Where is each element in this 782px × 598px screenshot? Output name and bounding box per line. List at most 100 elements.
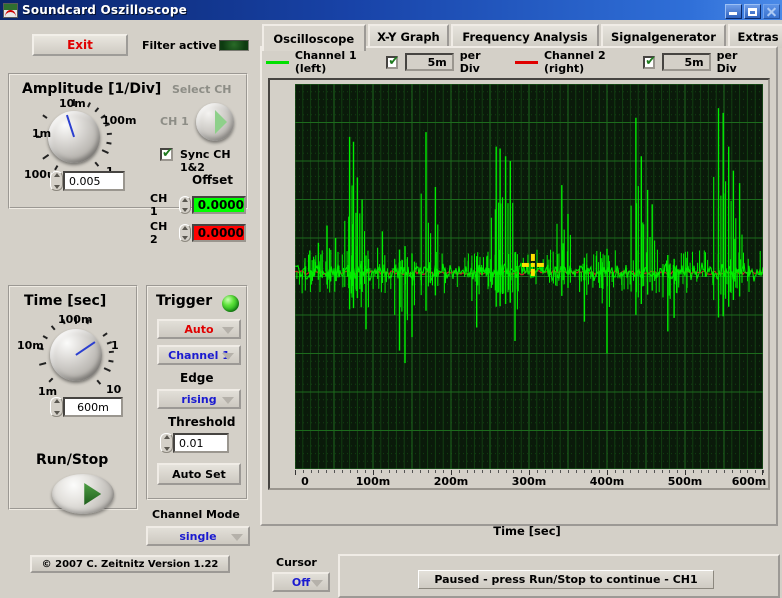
minimize-icon[interactable]: [725, 3, 742, 19]
x-axis-tick-label: 100m: [355, 475, 391, 488]
tab-x-y-graph[interactable]: X-Y Graph: [367, 24, 450, 48]
sync-ch-label: Sync CH 1&2: [180, 148, 231, 174]
amplitude-knob[interactable]: [48, 111, 100, 163]
chevron-down-icon: [311, 580, 323, 587]
x-axis-minor-tick: [427, 470, 429, 473]
dial-tick: [102, 332, 108, 337]
tab-label: Oscilloscope: [273, 31, 355, 46]
offset-ch1-stepper[interactable]: [179, 196, 191, 214]
x-axis-minor-tick: [677, 470, 679, 473]
filter-active-led: [219, 40, 249, 51]
amplitude-dial-label-1m: 1m: [32, 127, 52, 140]
run-stop-title: Run/Stop: [36, 452, 109, 468]
x-axis-minor-tick: [341, 470, 343, 473]
dial-tick: [87, 102, 91, 108]
x-axis-minor-tick: [482, 470, 484, 473]
x-axis-minor-tick: [661, 470, 663, 473]
threshold-stepper[interactable]: 0.01: [160, 433, 229, 453]
time-value-field[interactable]: 600m: [63, 397, 123, 417]
play-icon: [84, 483, 102, 505]
time-dial-label-10: 10: [106, 383, 122, 396]
x-axis-minor-tick: [716, 470, 718, 473]
channel-1-per-div-value[interactable]: 5m: [405, 53, 454, 71]
time-value-stepper[interactable]: 600m: [50, 397, 123, 417]
amplitude-value-stepper[interactable]: 0.005: [50, 171, 125, 191]
x-axis-title: Time [sec]: [493, 524, 561, 538]
trigger-source-value: Channel 1: [168, 348, 230, 362]
x-axis-tick-label: 400m: [589, 475, 625, 488]
dial-tick: [106, 141, 112, 145]
amplitude-spin-buttons[interactable]: [50, 171, 63, 191]
x-axis-minor-tick: [380, 470, 382, 473]
x-axis-minor-tick: [466, 470, 468, 473]
channel-2-per-div-value[interactable]: 5m: [662, 53, 711, 71]
offset-ch2-stepper[interactable]: [179, 224, 191, 242]
x-axis-minor-tick: [443, 470, 445, 473]
offset-ch2-value[interactable]: 0.0000: [191, 224, 246, 242]
time-spin-buttons[interactable]: [50, 397, 63, 417]
tab-label: X-Y Graph: [377, 30, 440, 44]
threshold-spin-buttons[interactable]: [160, 433, 173, 453]
x-axis-minor-tick: [458, 470, 460, 473]
x-axis-minor-tick: [412, 470, 413, 473]
channel-1-checkbox[interactable]: [386, 54, 399, 69]
x-axis-tick-label: 300m: [511, 475, 547, 488]
x-axis-minor-tick: [747, 470, 749, 473]
amplitude-value-field[interactable]: 0.005: [63, 171, 125, 191]
window-title-bar[interactable]: Soundcard Oszilloscope: [0, 0, 782, 20]
x-axis-minor-tick: [536, 470, 538, 473]
select-ch-knob[interactable]: [196, 103, 234, 141]
channel-2-checkbox[interactable]: [643, 54, 656, 69]
exit-button[interactable]: Exit: [32, 34, 128, 56]
offset-ch1-value[interactable]: 0.0000: [191, 196, 246, 214]
cursor-value: Off: [291, 575, 311, 589]
tab-bar: Oscilloscope X-Y Graph Frequency Analysis S…: [260, 24, 782, 51]
maximize-icon[interactable]: [744, 3, 761, 19]
chevron-down-icon: [222, 353, 234, 360]
tab-extras[interactable]: Extras: [728, 24, 782, 48]
x-axis-minor-tick: [505, 470, 507, 473]
x-axis-minor-tick: [575, 470, 577, 473]
trigger-source-select[interactable]: Channel 1: [157, 345, 241, 365]
channel-2-color-swatch: [515, 60, 538, 64]
oscilloscope-plot[interactable]: [295, 84, 763, 469]
time-knob[interactable]: [50, 329, 102, 381]
status-bar-well: Paused - press Run/Stop to continue - CH…: [338, 554, 780, 598]
trigger-edge-select[interactable]: rising: [157, 389, 241, 409]
x-axis-minor-tick: [396, 470, 398, 473]
dial-tick: [42, 114, 48, 119]
channel-1-color-swatch: [266, 60, 289, 64]
x-axis-minor-tick: [497, 470, 499, 473]
x-axis-minor-tick: [334, 470, 335, 473]
select-ch-label: CH 1: [160, 115, 189, 128]
sync-ch-checkbox[interactable]: [160, 146, 173, 161]
tab-signalgenerator[interactable]: Signalgenerator: [600, 24, 727, 48]
x-axis-minor-tick: [763, 470, 764, 473]
dial-tick: [39, 362, 47, 366]
auto-set-button[interactable]: Auto Set: [157, 463, 241, 485]
x-axis-minor-tick: [599, 470, 601, 473]
tab-oscilloscope[interactable]: Oscilloscope: [262, 24, 366, 51]
x-axis-minor-tick: [669, 470, 671, 473]
tab-label: Signalgenerator: [611, 30, 716, 44]
cursor-select[interactable]: Off: [272, 572, 330, 592]
threshold-value-field[interactable]: 0.01: [173, 433, 229, 453]
tab-frequency-analysis[interactable]: Frequency Analysis: [451, 24, 599, 48]
x-axis-minor-tick: [357, 470, 359, 473]
x-axis-minor-tick: [318, 470, 320, 473]
tab-label: Frequency Analysis: [462, 30, 588, 44]
amplitude-title: Amplitude [1/Div]: [22, 81, 162, 97]
x-axis-minor-tick: [614, 470, 616, 473]
amplitude-knob-needle: [65, 114, 75, 138]
x-axis-minor-tick: [490, 470, 491, 473]
x-axis-tick-label: 200m: [433, 475, 469, 488]
close-icon[interactable]: [763, 3, 780, 19]
run-stop-button[interactable]: [52, 474, 114, 514]
cursor-label: Cursor: [276, 556, 317, 569]
trigger-mode-select[interactable]: Auto: [157, 319, 241, 339]
time-dial-label-100m: 100m: [58, 313, 93, 326]
x-axis-minor-tick: [302, 470, 304, 473]
channel-mode-select[interactable]: single: [146, 526, 250, 546]
x-axis-minor-tick: [630, 470, 632, 473]
channel-legend: Channel 1 (left) 5m per Div Channel 2 (r…: [266, 49, 772, 75]
